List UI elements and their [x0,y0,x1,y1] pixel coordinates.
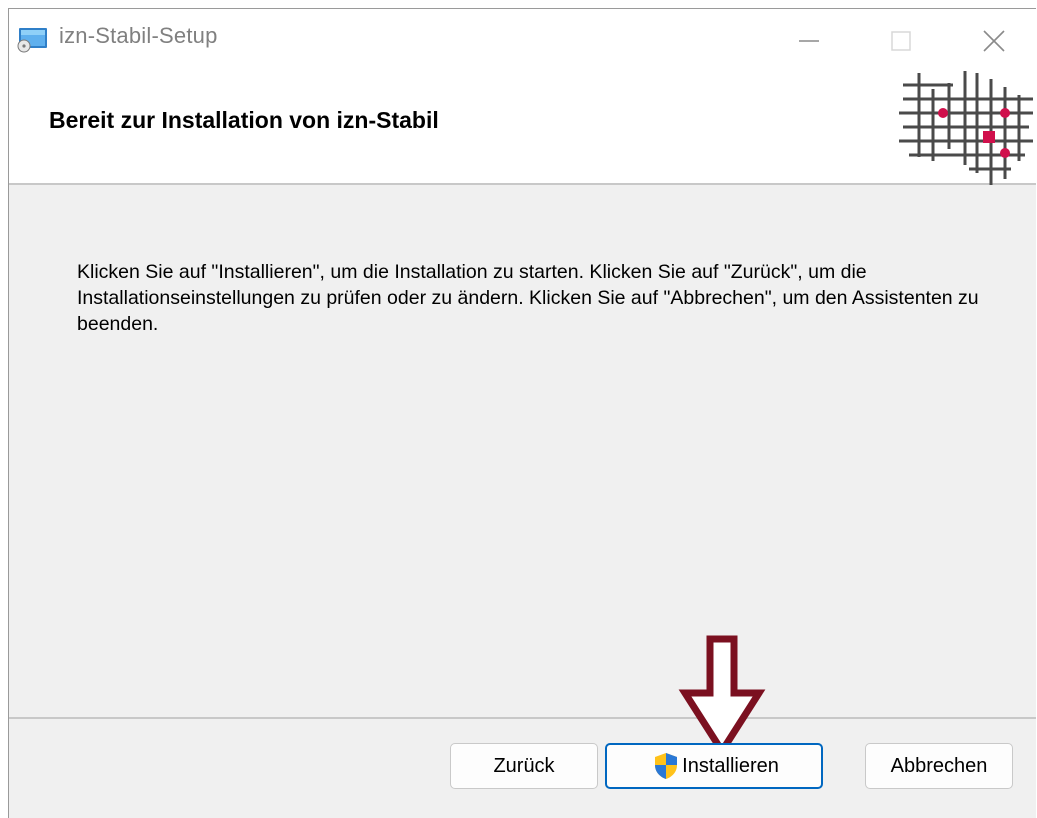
install-button-label: Installieren [682,754,779,777]
installer-app-icon [17,28,47,53]
footer-divider [9,717,1036,719]
setup-window: izn-Stabil-Setup Bereit zur Installation… [8,8,1036,818]
back-button[interactable]: Zurück [450,743,598,789]
title-bar[interactable]: izn-Stabil-Setup [9,9,1036,69]
install-button[interactable]: Installieren [605,743,823,789]
minimize-button[interactable] [779,17,839,65]
window-title: izn-Stabil-Setup [59,23,218,48]
cancel-button[interactable]: Abbrechen [865,743,1013,789]
cancel-button-label: Abbrechen [890,754,988,777]
maximize-button[interactable] [871,17,931,65]
grid-logo-icon [899,71,1033,185]
down-arrow-icon [678,635,766,757]
page-title: Bereit zur Installation von izn-Stabil [49,107,439,133]
minimize-icon [799,40,819,42]
close-icon [983,30,1005,52]
back-button-label: Zurück [493,754,555,777]
close-button[interactable] [964,17,1024,65]
uac-shield-icon [655,753,678,779]
instruction-text: Klicken Sie auf "Installieren", um die I… [77,261,979,335]
maximize-icon [891,31,911,51]
dialog-banner: Bereit zur Installation von izn-Stabil [9,69,1036,185]
